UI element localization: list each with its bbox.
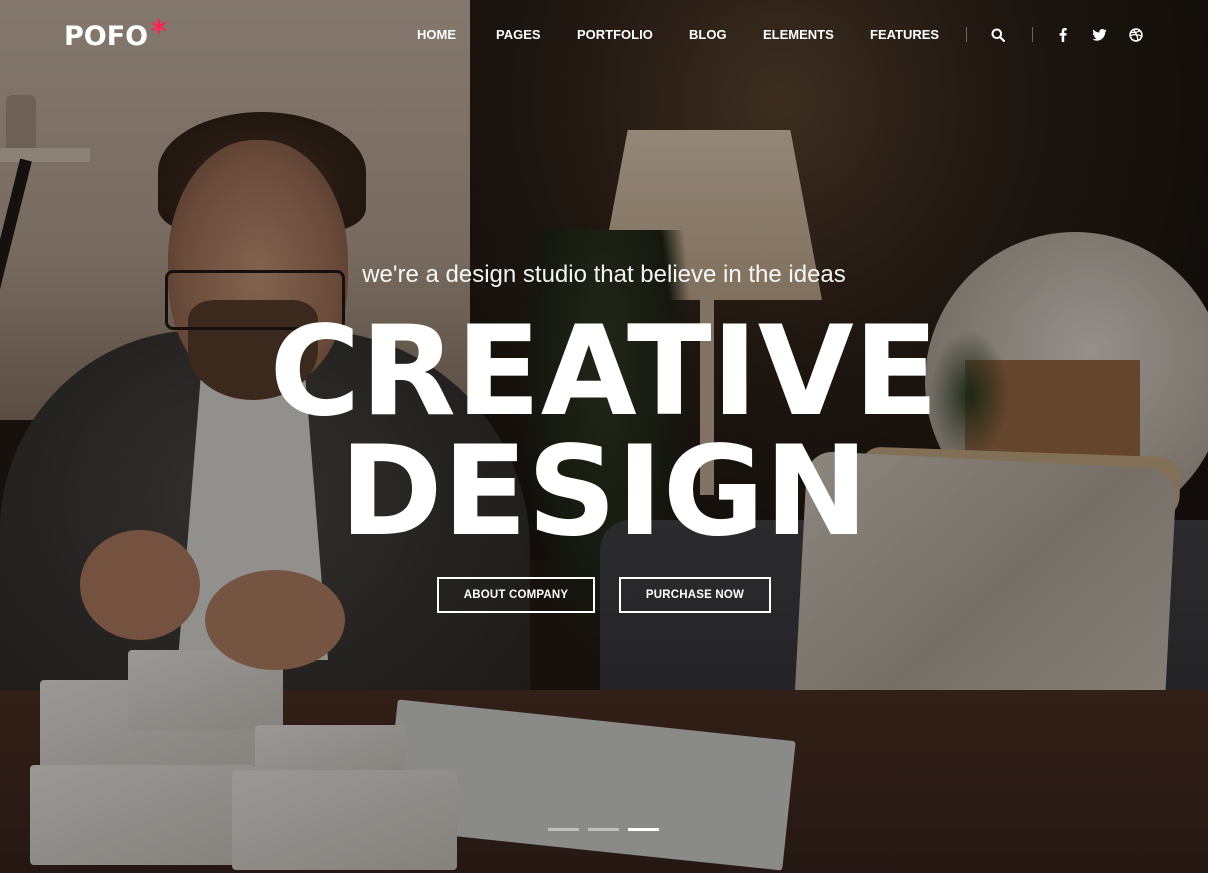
nav-divider [1032,27,1033,42]
facebook-icon[interactable] [1053,25,1073,45]
logo[interactable]: POFO [64,22,148,52]
nav-item-elements[interactable]: ELEMENTS [763,25,834,45]
purchase-now-button[interactable]: PURCHASE NOW [619,577,771,613]
logo-text: POFO [64,21,149,52]
logo-star-icon: * [151,15,167,50]
hero-slider: POFO * HOME PAGES PORTFOLIO BLOG ELEMENT… [0,0,1208,873]
nav-item-pages[interactable]: PAGES [496,25,541,45]
nav-item-home[interactable]: HOME [417,25,456,45]
nav-item-features[interactable]: FEATURES [870,25,939,45]
hero-title-line-2: DESIGN [339,420,869,564]
nav-item-portfolio[interactable]: PORTFOLIO [577,25,653,45]
about-company-button[interactable]: ABOUT COMPANY [437,577,595,613]
dribbble-icon[interactable] [1126,25,1146,45]
nav-item-blog[interactable]: BLOG [689,25,727,45]
search-icon[interactable] [988,25,1008,45]
twitter-icon[interactable] [1089,25,1109,45]
nav-divider [966,27,967,42]
hero-tagline: we're a design studio that believe in th… [362,261,846,288]
slider-dot-3-active[interactable] [628,828,659,831]
slider-dot-1[interactable] [548,828,579,831]
site-header: POFO * HOME PAGES PORTFOLIO BLOG ELEMENT… [0,0,1208,72]
hero-title-line-1: CREATIVE [269,300,939,444]
slider-dot-2[interactable] [588,828,619,831]
